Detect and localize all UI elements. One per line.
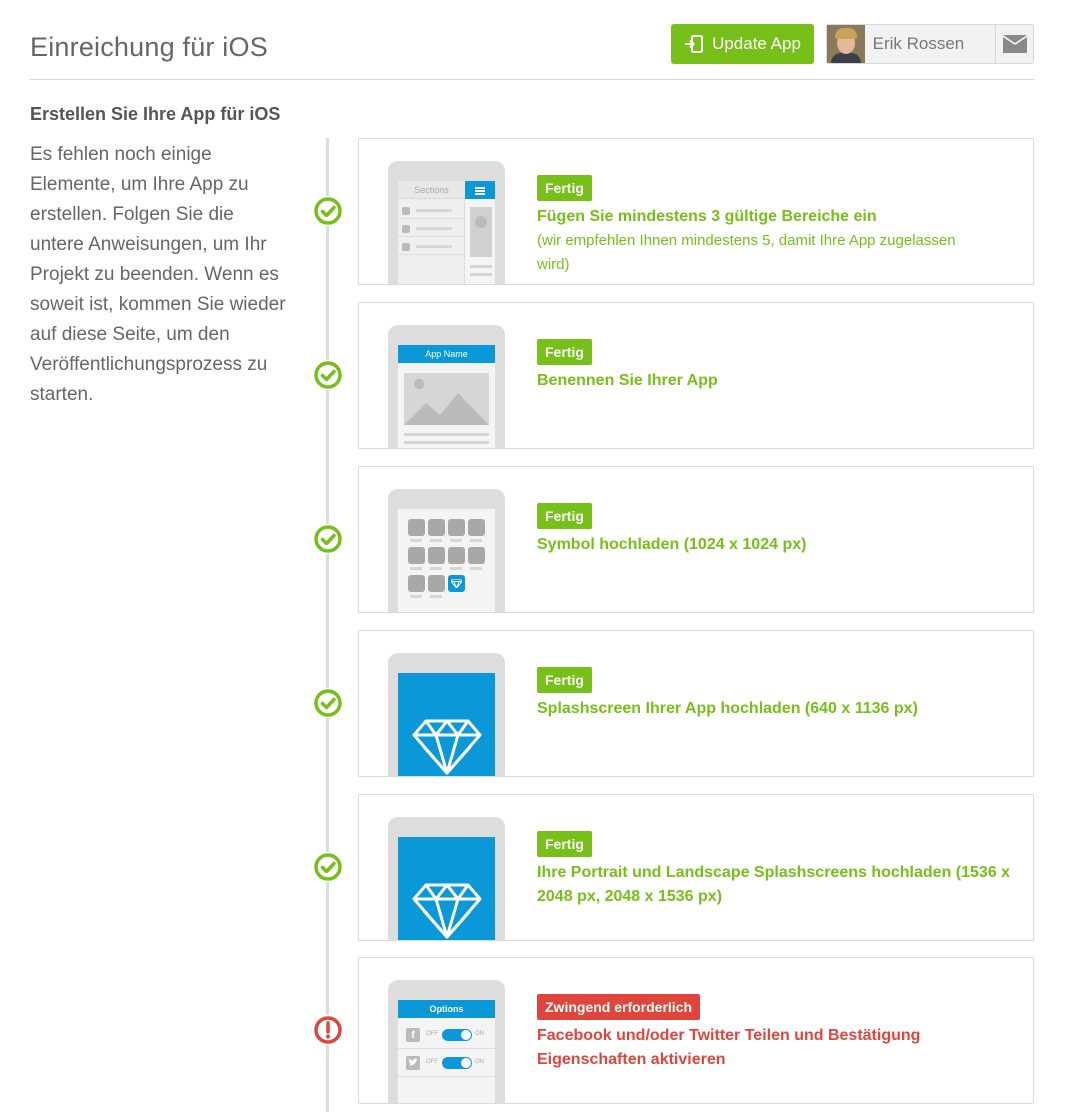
step-done-icon [313,524,343,554]
step-title: Fügen Sie mindestens 3 gültige Bereiche … [537,208,877,225]
section-title: Erstellen Sie Ihre App für iOS [30,104,281,124]
step-title: Facebook und/oder Twitter Teilen und Bes… [537,1027,921,1068]
status-badge: Fertig [537,503,592,529]
app-name-mockup: App Name [388,325,505,448]
step-subtitle: (wir empfehlen Ihnen mindestens 5, damit… [537,232,956,273]
envelope-icon [1002,35,1027,53]
page-header: Einreichung für iOS Update App Erik Ross… [30,22,1034,80]
step-card-splashscreen[interactable]: Fertig Splashscreen Ihrer App hochladen … [358,630,1034,777]
update-app-button[interactable]: Update App [671,24,814,64]
ipad-splashscreen-mockup [388,817,505,940]
status-badge: Fertig [537,667,592,693]
update-app-icon [685,35,704,53]
mockup-sections-label: Sections [398,181,465,199]
step-title: Benennen Sie Ihrer App [537,372,718,389]
page-title: Einreichung für iOS [30,32,268,62]
step-card-ipad-splashscreens[interactable]: Fertig Ihre Portrait und Landscape Splas… [358,794,1034,941]
step-card-social-sharing[interactable]: Options f OFF ON OFF ON Zwingend erforde… [358,957,1034,1104]
user-menu[interactable]: Erik Rossen [826,24,1034,64]
update-app-label: Update App [712,34,801,53]
options-mockup: Options f OFF ON OFF ON [388,980,505,1103]
step-title: Symbol hochladen (1024 x 1024 px) [537,536,807,553]
step-done-icon [313,196,343,226]
timeline-line [326,138,329,1112]
diamond-icon [412,719,482,775]
step-title: Splashscreen Ihrer App hochladen (640 x … [537,700,918,717]
step-required-icon [313,1015,343,1045]
status-badge: Fertig [537,339,592,365]
facebook-icon: f [406,1028,420,1042]
messages-button[interactable] [995,25,1033,63]
status-badge: Fertig [537,175,592,201]
twitter-icon [406,1056,420,1070]
step-done-icon [313,360,343,390]
avatar [827,25,865,63]
status-badge: Zwingend erforderlich [537,994,701,1020]
user-name: Erik Rossen [872,34,965,53]
app-icon-mockup [388,489,505,612]
diamond-icon [412,883,482,939]
step-card-app-name[interactable]: App Name Fertig Benennen Sie Ihrer App [358,302,1034,449]
mockup-app-name-label: App Name [398,345,495,363]
intro-text: Es fehlen noch einige Elemente, um Ihre … [30,144,286,405]
step-title: Ihre Portrait und Landscape Splashscreen… [537,864,1011,905]
step-done-icon [313,688,343,718]
splashscreen-mockup [388,653,505,776]
mockup-options-label: Options [398,1000,495,1018]
step-card-sections[interactable]: Sections Fertig Fügen Sie mindestens 3 g… [358,138,1034,285]
sections-mockup: Sections [388,161,505,284]
step-card-icon-upload[interactable]: Fertig Symbol hochladen (1024 x 1024 px) [358,466,1034,613]
step-done-icon [313,852,343,882]
status-badge: Fertig [537,831,592,857]
